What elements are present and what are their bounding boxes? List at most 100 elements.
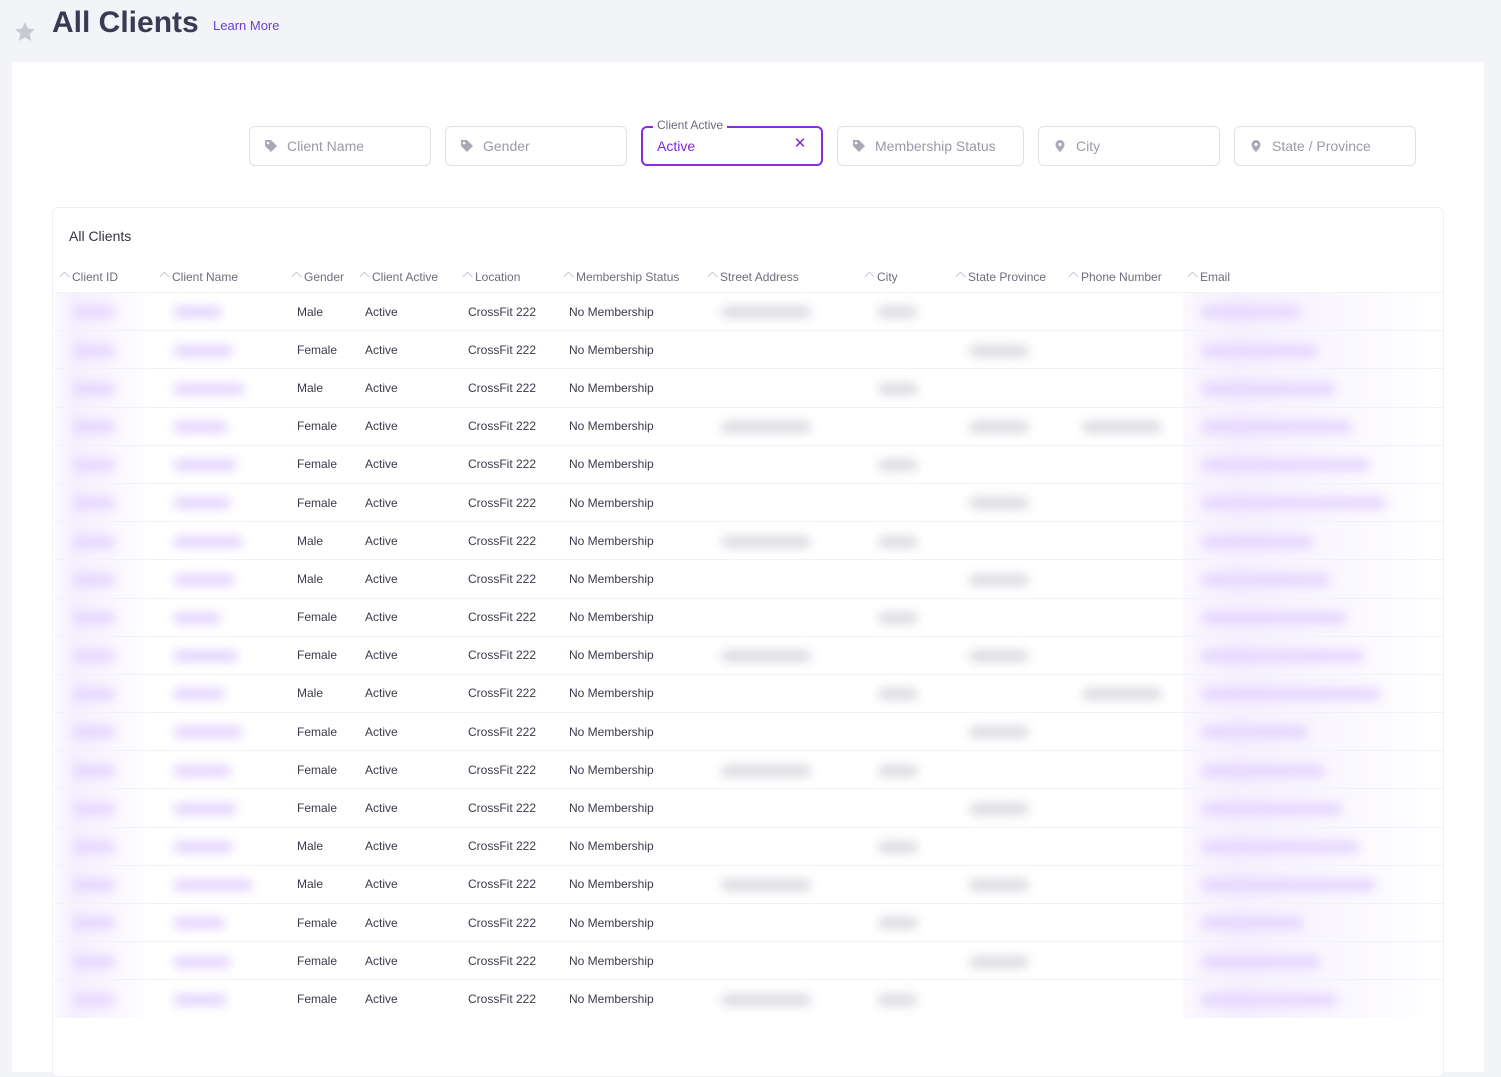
redacted-cell <box>155 330 287 369</box>
client-active-filter[interactable]: Client Active Active ✕ <box>641 118 823 166</box>
redacted-value <box>173 917 225 930</box>
sort-arrow-icon[interactable] <box>291 271 302 282</box>
table-row[interactable]: Female Active CrossFit 222 No Membership <box>55 750 1443 789</box>
gender: Female <box>297 991 338 1006</box>
redacted-value <box>73 382 115 395</box>
sort-arrow-icon[interactable] <box>462 271 473 282</box>
gender-cell: Male <box>287 826 355 866</box>
table-row[interactable]: Female Active CrossFit 222 No Membership <box>55 712 1443 751</box>
redacted-value <box>173 688 225 701</box>
redacted-cell <box>155 788 287 828</box>
redacted-value <box>969 497 1029 510</box>
column-header[interactable]: Email <box>1183 262 1443 293</box>
membership-status: No Membership <box>569 342 654 357</box>
redacted-cell <box>55 559 155 598</box>
table-row[interactable]: Male Active CrossFit 222 No Membership <box>55 559 1443 598</box>
sort-arrow-icon[interactable] <box>1187 271 1198 282</box>
redacted-cell <box>703 750 860 789</box>
redacted-value <box>721 879 811 892</box>
sort-arrow-icon[interactable] <box>159 271 170 282</box>
table-row[interactable]: Female Active CrossFit 222 No Membership <box>55 635 1443 675</box>
city-filter[interactable]: City <box>1038 126 1220 166</box>
table-row[interactable]: Female Active CrossFit 222 No Membership <box>55 406 1443 446</box>
table-row[interactable]: Female Active CrossFit 222 No Membership <box>55 788 1443 828</box>
column-header[interactable]: State Province <box>951 262 1064 293</box>
table-row[interactable]: Female Active CrossFit 222 No Membership <box>55 979 1443 1018</box>
location: CrossFit 222 <box>468 342 537 357</box>
redacted-value <box>73 650 115 663</box>
gender-cell: Female <box>287 597 355 637</box>
redacted-cell <box>951 941 1064 980</box>
redacted-cell <box>1064 444 1183 484</box>
column-header-label: Street Address <box>720 270 799 284</box>
column-header[interactable]: Client Active <box>355 262 458 293</box>
client-active-cell: Active <box>355 750 458 789</box>
client-active: Active <box>365 304 398 319</box>
table-row[interactable]: Male Active CrossFit 222 No Membership <box>55 673 1443 713</box>
clients-table: Client ID Client Name Gender Client Active L… <box>55 262 1443 1018</box>
column-header[interactable]: Gender <box>287 262 355 293</box>
column-header[interactable]: Client Name <box>155 262 287 293</box>
redacted-value <box>173 841 233 854</box>
sort-arrow-icon[interactable] <box>59 271 70 282</box>
redacted-value <box>73 879 115 892</box>
column-header[interactable]: Phone Number <box>1064 262 1183 293</box>
sort-arrow-icon[interactable] <box>707 271 718 282</box>
gender: Female <box>297 457 338 472</box>
redacted-cell <box>860 788 951 828</box>
sort-arrow-icon[interactable] <box>563 271 574 282</box>
column-header[interactable]: Street Address <box>703 262 860 293</box>
redacted-value <box>173 802 237 815</box>
table-row[interactable]: Female Active CrossFit 222 No Membership <box>55 597 1443 637</box>
client-active: Active <box>365 915 398 930</box>
sort-arrow-icon[interactable] <box>864 271 875 282</box>
star-icon[interactable] <box>13 20 37 44</box>
column-header[interactable]: Location <box>458 262 559 293</box>
table-row[interactable]: Male Active CrossFit 222 No Membership <box>55 368 1443 408</box>
table-row[interactable]: Female Active CrossFit 222 No Membership <box>55 941 1443 980</box>
table-row[interactable]: Male Active CrossFit 222 No Membership <box>55 864 1443 904</box>
redacted-cell <box>951 291 1064 331</box>
redacted-cell <box>1183 291 1443 331</box>
redacted-cell <box>55 826 155 866</box>
column-header-label: Location <box>475 270 521 284</box>
gender-filter[interactable]: Gender <box>445 126 627 166</box>
table-row[interactable]: Male Active CrossFit 222 No Membership <box>55 291 1443 331</box>
table-row[interactable]: Male Active CrossFit 222 No Membership <box>55 826 1443 866</box>
redacted-cell <box>951 979 1064 1018</box>
redacted-cell <box>951 864 1064 904</box>
sort-arrow-icon[interactable] <box>359 271 370 282</box>
gender: Male <box>297 380 324 395</box>
sort-arrow-icon[interactable] <box>955 271 966 282</box>
redacted-value <box>173 764 231 777</box>
gender: Female <box>297 953 338 968</box>
redacted-cell <box>703 368 860 408</box>
close-icon[interactable]: ✕ <box>793 136 807 151</box>
table-row[interactable]: Male Active CrossFit 222 No Membership <box>55 521 1443 560</box>
gender-cell: Male <box>287 864 355 904</box>
table-row[interactable]: Female Active CrossFit 222 No Membership <box>55 444 1443 484</box>
client-active: Active <box>365 533 398 548</box>
table-row[interactable]: Female Active CrossFit 222 No Membership <box>55 902 1443 942</box>
redacted-value <box>969 726 1029 739</box>
membership-status-filter[interactable]: Membership Status <box>837 126 1024 166</box>
learn-more-link[interactable]: Learn More <box>213 18 279 33</box>
membership-status-cell: No Membership <box>559 902 703 942</box>
client-name-filter[interactable]: Client Name <box>249 126 431 166</box>
redacted-value <box>721 650 811 663</box>
membership-status: No Membership <box>569 724 654 739</box>
client-active-cell: Active <box>355 941 458 980</box>
table-row[interactable]: Female Active CrossFit 222 No Membership <box>55 330 1443 369</box>
location: CrossFit 222 <box>468 724 537 739</box>
client-active-cell: Active <box>355 597 458 637</box>
membership-status-cell: No Membership <box>559 406 703 446</box>
column-header[interactable]: Client ID <box>55 262 155 293</box>
gender-cell: Female <box>287 979 355 1018</box>
table-row[interactable]: Female Active CrossFit 222 No Membership <box>55 482 1443 522</box>
sort-arrow-icon[interactable] <box>1068 271 1079 282</box>
state-province-filter[interactable]: State / Province <box>1234 126 1416 166</box>
gender: Female <box>297 495 338 510</box>
column-header[interactable]: Membership Status <box>559 262 703 293</box>
column-header[interactable]: City <box>860 262 951 293</box>
location: CrossFit 222 <box>468 457 537 472</box>
